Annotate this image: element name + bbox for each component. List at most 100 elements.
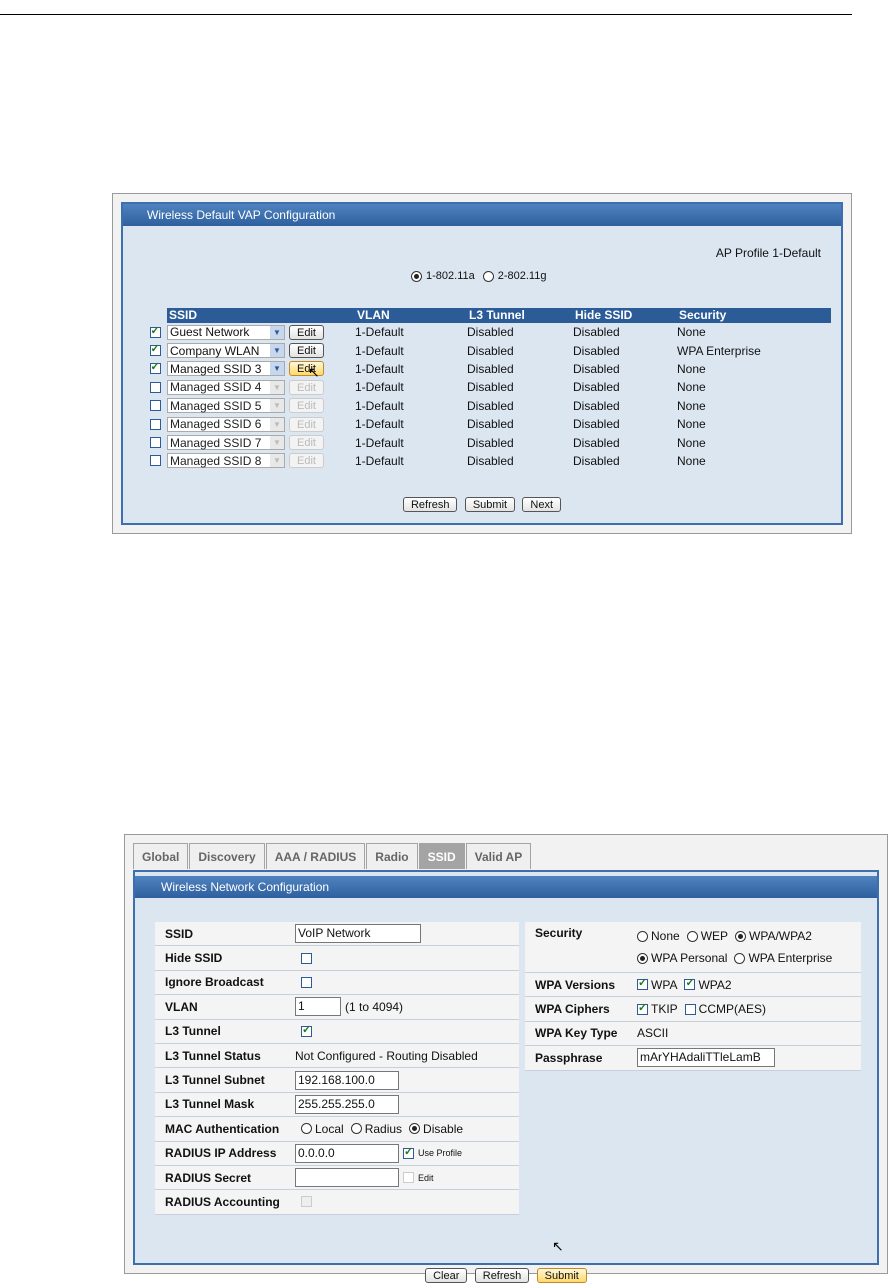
mac-radius-radio[interactable]	[350, 1123, 362, 1135]
row-radius-accounting: RADIUS Accounting	[155, 1190, 519, 1215]
ssid-select[interactable]: Company WLAN ▼	[167, 343, 285, 359]
security-none-radio[interactable]	[637, 930, 648, 942]
wpa-enterprise-radio[interactable]	[734, 952, 746, 964]
use-profile-checkbox[interactable]	[403, 1145, 414, 1159]
refresh-button[interactable]: Refresh	[402, 497, 458, 512]
ssid-select-value: Managed SSID 3	[170, 361, 262, 376]
edit-button[interactable]: Edit	[289, 416, 324, 432]
radius-accounting-checkbox[interactable]	[301, 1196, 312, 1208]
vlan-cell: 1-Default	[355, 361, 404, 376]
tkip-checkbox[interactable]	[637, 1001, 648, 1015]
vlan-cell: 1-Default	[355, 435, 404, 450]
radius-ip-input[interactable]: 0.0.0.0	[295, 1143, 399, 1163]
tkip-label: TKIP	[651, 1002, 678, 1017]
ssid-enable-checkbox[interactable]	[149, 360, 161, 375]
ssid-enable-checkbox[interactable]	[149, 455, 161, 467]
clear-button[interactable]: Clear	[425, 1268, 468, 1283]
ssid-select[interactable]: Managed SSID 3 ▼	[167, 361, 285, 377]
row-radius-ip: RADIUS IP Address 0.0.0.0 Use Profile	[155, 1141, 519, 1166]
ap-profile-label: AP Profile 1-Default	[715, 246, 821, 260]
submit-button[interactable]: Submit	[536, 1268, 587, 1283]
ssid-select[interactable]: Managed SSID 6 ▼	[167, 416, 285, 432]
ignore-broadcast-checkbox[interactable]	[301, 976, 312, 988]
edit-button[interactable]: Edit	[289, 343, 324, 359]
ssid-select[interactable]: Managed SSID 4 ▼	[167, 379, 285, 395]
tab-valid-ap[interactable]: Valid AP	[465, 843, 532, 869]
network-config-panel: Global Discovery AAA / RADIUS Radio SSID Vali…	[124, 834, 888, 1283]
next-button[interactable]: Next	[522, 497, 562, 512]
tab-ssid[interactable]: SSID	[418, 843, 465, 869]
wpa2-version-checkbox[interactable]	[684, 976, 696, 991]
table-row: Managed SSID 4 ▼ Edit 1-Default Disabled Disa…	[143, 378, 831, 396]
ccmp-checkbox[interactable]	[684, 1003, 696, 1015]
l3-tunnel-cell: Disabled	[467, 361, 514, 376]
wpa-enterprise-label: WPA Enterprise	[748, 951, 833, 965]
row-wpa-ciphers: WPA Ciphers TKIP CCMP(AES)	[525, 997, 861, 1022]
ssid-enable-checkbox[interactable]	[149, 381, 161, 393]
tab-aaa-radius[interactable]: AAA / RADIUS	[265, 843, 366, 869]
tab-discovery[interactable]: Discovery	[189, 843, 265, 869]
l3-tunnel-checkbox[interactable]	[301, 1023, 312, 1037]
ssid-enable-checkbox[interactable]	[149, 324, 161, 338]
radio-802-11g[interactable]	[482, 270, 494, 282]
wpa2-version-label: WPA2	[698, 977, 732, 992]
mac-disable-radio[interactable]	[409, 1123, 421, 1135]
ssid-select[interactable]: Guest Network ▼	[167, 324, 285, 340]
hide-ssid-cell: Disabled	[573, 325, 620, 340]
l3-tunnel-cell: Disabled	[467, 435, 514, 450]
ccmp-label: CCMP(AES)	[698, 1002, 767, 1017]
edit-button[interactable]: Edit	[289, 361, 324, 377]
edit-button[interactable]: Edit	[289, 324, 324, 340]
wpa-ciphers-label: WPA Ciphers	[535, 1002, 610, 1017]
radius-secret-label: RADIUS Secret	[165, 1170, 252, 1185]
vlan-input[interactable]: 1	[295, 997, 341, 1017]
passphrase-input[interactable]: mArYHAdaliTTleLamB	[637, 1048, 775, 1068]
vlan-cell: 1-Default	[355, 398, 404, 413]
ssid-input[interactable]: VoIP Network	[295, 924, 421, 944]
tab-radio[interactable]: Radio	[366, 843, 418, 869]
hide-ssid-label: Hide SSID	[165, 951, 223, 966]
edit-button[interactable]: Edit	[289, 435, 324, 451]
hide-ssid-cell: Disabled	[573, 361, 620, 376]
radius-secret-input[interactable]	[295, 1168, 399, 1188]
ssid-select[interactable]: Managed SSID 8 ▼	[167, 453, 285, 469]
ssid-enable-checkbox[interactable]	[149, 342, 161, 357]
l3-tunnel-subnet-input[interactable]: 192.168.100.0	[295, 1070, 399, 1090]
row-l3-tunnel: L3 Tunnel	[155, 1019, 519, 1044]
chevron-down-icon: ▼	[270, 454, 284, 468]
security-wep-radio[interactable]	[686, 930, 698, 942]
ssid-select[interactable]: Managed SSID 5 ▼	[167, 398, 285, 414]
security-wep-label: WEP	[700, 929, 729, 943]
ssid-select-value: Company WLAN	[170, 343, 260, 358]
chevron-down-icon: ▼	[270, 380, 284, 394]
hide-ssid-checkbox[interactable]	[301, 952, 312, 964]
row-l3-tunnel-mask: L3 Tunnel Mask 255.255.255.0	[155, 1092, 519, 1118]
table-row: Managed SSID 6 ▼ Edit 1-Default Disabled Disa…	[143, 415, 831, 433]
radius-ip-label: RADIUS IP Address	[165, 1146, 277, 1161]
ssid-select-value: Managed SSID 8	[170, 453, 262, 468]
l3-tunnel-status-label: L3 Tunnel Status	[165, 1048, 261, 1063]
radio-802-11a[interactable]	[411, 270, 422, 282]
l3-tunnel-mask-input[interactable]: 255.255.255.0	[295, 1094, 399, 1114]
radius-secret-edit-checkbox[interactable]	[403, 1172, 414, 1184]
mac-local-radio[interactable]	[301, 1123, 312, 1135]
ssid-select[interactable]: Managed SSID 7 ▼	[167, 435, 285, 451]
header-security: Security	[679, 308, 727, 322]
hide-ssid-cell: Disabled	[573, 343, 620, 358]
panel-title: Wireless Default VAP Configuration	[123, 204, 841, 226]
wpa-version-checkbox[interactable]	[637, 976, 648, 991]
ssid-enable-checkbox[interactable]	[149, 437, 161, 449]
tab-global[interactable]: Global	[133, 843, 189, 869]
edit-button[interactable]: Edit	[289, 379, 324, 395]
submit-button[interactable]: Submit	[464, 497, 516, 512]
ssid-enable-checkbox[interactable]	[149, 418, 161, 430]
edit-button[interactable]: Edit	[289, 453, 324, 469]
edit-button[interactable]: Edit	[289, 398, 324, 414]
row-l3-tunnel-status: L3 Tunnel Status Not Configured - Routin…	[155, 1043, 519, 1069]
ssid-select-value: Managed SSID 4	[170, 380, 262, 395]
refresh-button[interactable]: Refresh	[474, 1268, 530, 1283]
ssid-select-value: Managed SSID 7	[170, 435, 262, 450]
ssid-enable-checkbox[interactable]	[149, 400, 161, 412]
security-wpa-radio[interactable]	[735, 930, 747, 942]
wpa-personal-radio[interactable]	[637, 952, 648, 964]
